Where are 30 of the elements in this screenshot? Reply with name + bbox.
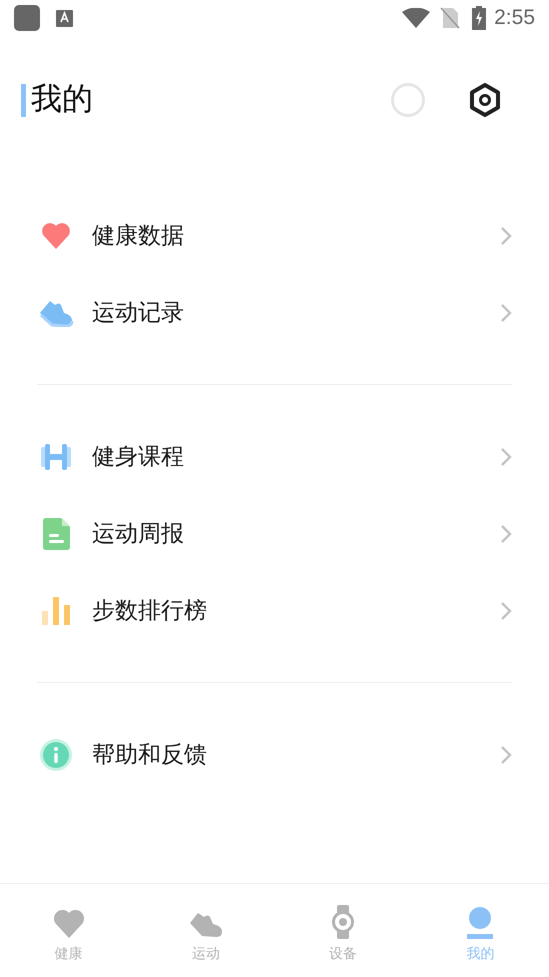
menu-item[interactable]: 运动周报 — [0, 495, 549, 572]
chevron-right-icon — [500, 744, 512, 764]
chevron-right-icon — [500, 446, 512, 466]
menu-item[interactable]: 健身课程 — [0, 418, 549, 495]
person-icon — [467, 907, 494, 939]
chevron-right-icon — [500, 524, 512, 544]
heart-icon — [41, 222, 71, 250]
menu-item[interactable]: 帮助和反馈 — [0, 716, 549, 793]
heart-icon — [52, 909, 85, 939]
battery-charging-icon — [472, 6, 486, 30]
page-title: 我的 — [31, 81, 94, 119]
sneaker-icon — [38, 298, 74, 326]
menu-item[interactable]: 步数排行榜 — [0, 572, 549, 649]
chevron-right-icon — [500, 302, 512, 322]
menu-item[interactable]: 健康数据 — [0, 197, 549, 274]
bar-chart-icon — [42, 596, 70, 624]
chevron-right-icon — [500, 226, 512, 246]
app-icon — [14, 5, 40, 31]
dumbbell-icon — [41, 444, 71, 470]
info-icon — [40, 738, 72, 770]
chevron-right-icon — [500, 600, 512, 620]
clock-time: 2:55 — [494, 6, 535, 30]
document-icon — [42, 518, 70, 550]
settings-icon[interactable] — [469, 83, 501, 117]
wifi-icon — [402, 8, 430, 28]
menu-item[interactable]: 运动记录 — [0, 274, 549, 351]
no-sim-icon — [440, 7, 460, 29]
watch-icon — [331, 905, 356, 939]
keyboard-icon — [56, 10, 73, 26]
sneaker-icon — [188, 911, 224, 939]
